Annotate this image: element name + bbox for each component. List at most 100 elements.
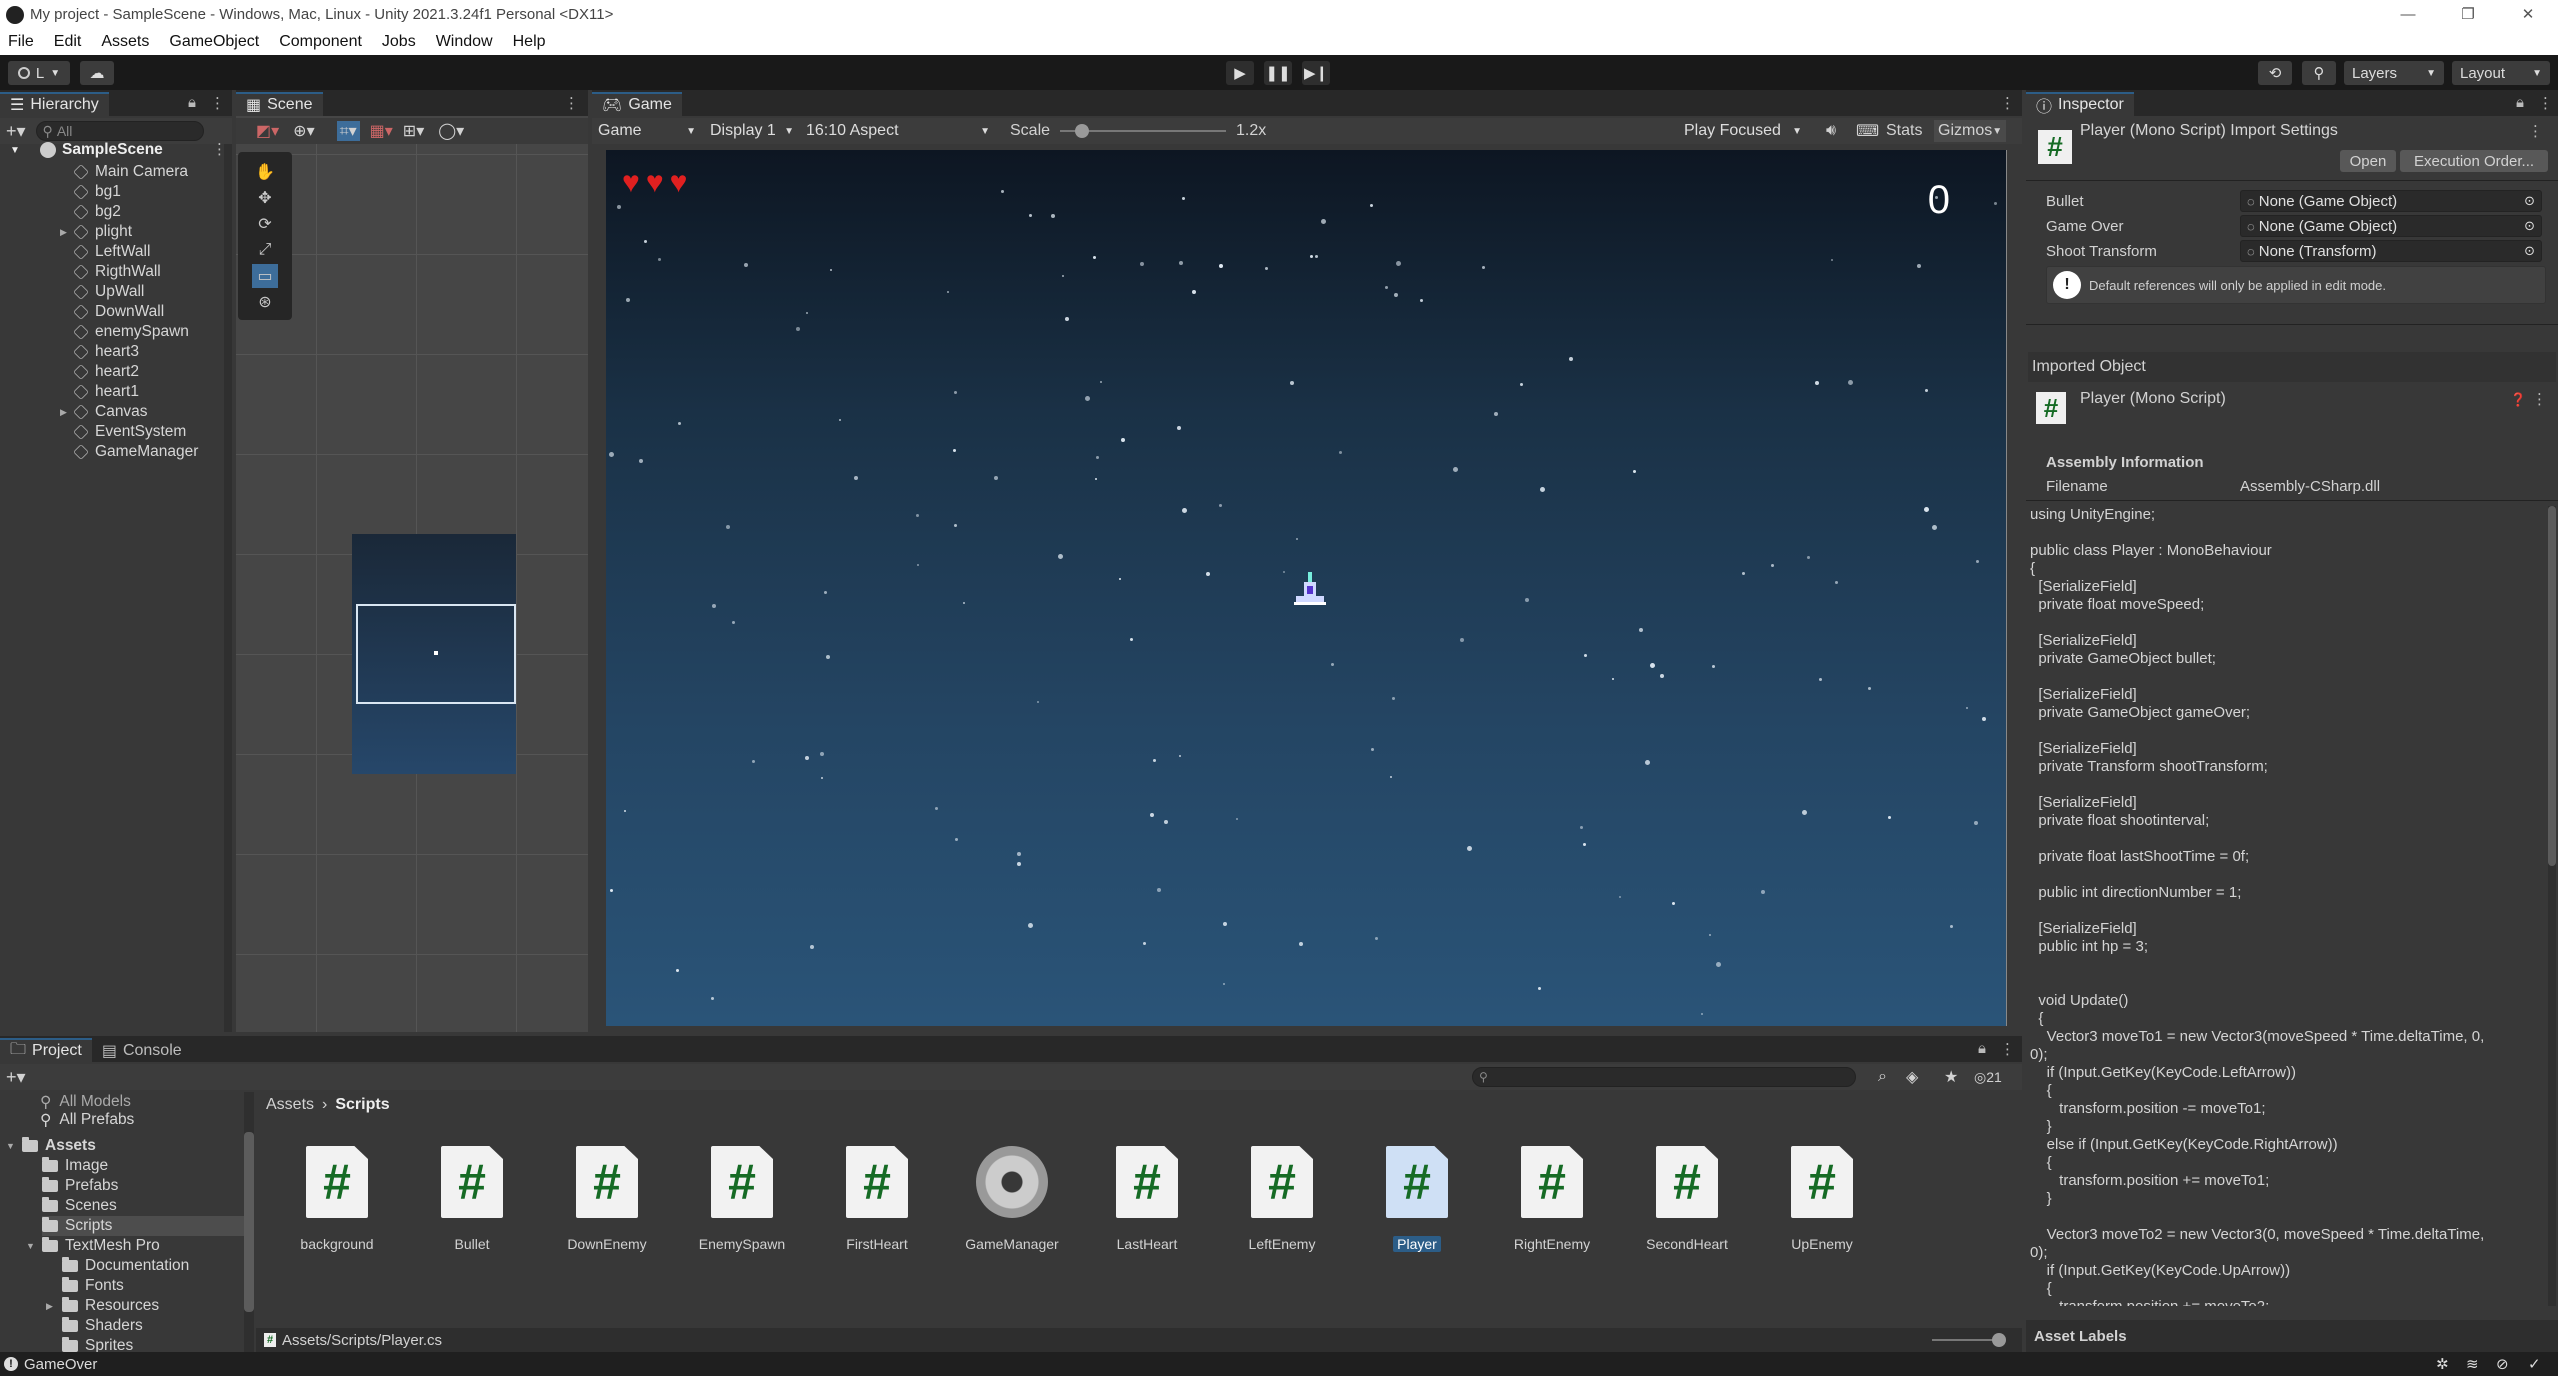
project-search-input[interactable]: ⚲ <box>1472 1067 1856 1087</box>
folder-tree-item[interactable]: Sprites <box>62 1336 133 1352</box>
asset-item[interactable]: # Bullet <box>417 1146 527 1252</box>
menu-help[interactable]: Help <box>513 33 546 51</box>
folder-tree-item[interactable]: Scripts <box>42 1216 244 1236</box>
step-button[interactable]: ▶❙ <box>1302 61 1330 85</box>
gizmos-dropdown[interactable]: Gizmos ▼ <box>1934 120 2006 142</box>
menu-component[interactable]: Component <box>279 33 362 51</box>
breadcrumb-scripts[interactable]: Scripts <box>335 1096 389 1114</box>
tree-scrollbar[interactable] <box>244 1092 254 1352</box>
favorite-icon[interactable]: ★ <box>1944 1067 1958 1087</box>
collapsed-arrow-icon[interactable]: ▶ <box>60 407 67 418</box>
scale-tool-icon[interactable]: ⤢ <box>252 238 278 262</box>
object-field[interactable]: ◌ None (Transform) ⊙ <box>2240 240 2542 262</box>
hand-tool-icon[interactable]: ✋ <box>252 160 278 184</box>
expanded-arrow-icon[interactable]: ▼ <box>26 1241 35 1251</box>
tab-project[interactable]: 🗀 Project <box>0 1038 92 1062</box>
asset-item[interactable]: # SecondHeart <box>1632 1146 1742 1252</box>
progress-icon[interactable]: ✓ <box>2528 1355 2541 1373</box>
more-options-icon[interactable]: ⋮ <box>564 94 579 112</box>
object-picker-icon[interactable]: ⊙ <box>2524 218 2535 234</box>
layout-dropdown[interactable]: Layout ▼ <box>2452 61 2550 85</box>
menu-gameobject[interactable]: GameObject <box>169 33 259 51</box>
hierarchy-item[interactable]: bg2 <box>73 202 121 222</box>
expanded-arrow-icon[interactable]: ▼ <box>6 1141 15 1151</box>
folder-tree-item[interactable]: Documentation <box>62 1256 189 1276</box>
hierarchy-scrollbar[interactable] <box>224 144 232 1032</box>
grid-snap-icon[interactable]: ▦▾ <box>370 121 393 141</box>
stats-keyboard-icon[interactable]: ⌨ <box>1856 121 1879 141</box>
hierarchy-item[interactable]: RigthWall <box>73 262 161 282</box>
asset-item[interactable]: # UpEnemy <box>1767 1146 1877 1252</box>
menu-jobs[interactable]: Jobs <box>382 33 416 51</box>
network-icon[interactable]: ⊘ <box>2496 1355 2509 1373</box>
breadcrumb-assets[interactable]: Assets <box>266 1096 314 1114</box>
inspector-scrollbar[interactable] <box>2548 506 2556 1306</box>
add-button[interactable]: +▾ <box>6 121 26 142</box>
transform-tool-icon[interactable]: ⊛ <box>252 290 278 314</box>
object-field[interactable]: ◌ None (Game Object) ⊙ <box>2240 215 2542 237</box>
more-options-icon[interactable]: ⋮ <box>210 94 225 112</box>
menu-edit[interactable]: Edit <box>54 33 82 51</box>
scale-slider[interactable] <box>1060 121 1227 141</box>
folder-tree-item[interactable]: ▶ Resources <box>46 1296 159 1316</box>
stats-button[interactable]: Stats <box>1886 122 1922 140</box>
more-options-icon[interactable]: ⋮ <box>2538 94 2553 112</box>
execution-order-button[interactable]: Execution Order... <box>2400 150 2548 172</box>
hierarchy-item[interactable]: bg1 <box>73 182 121 202</box>
gizmo-toggle-icon[interactable]: ⌗▾ <box>336 121 360 141</box>
move-tool-icon[interactable]: ✥ <box>252 186 278 210</box>
search-by-label-icon[interactable]: ◈ <box>1906 1067 1918 1087</box>
scale-slider-knob[interactable] <box>1075 124 1090 138</box>
pause-button[interactable]: ❚❚ <box>1264 61 1292 85</box>
hierarchy-item[interactable]: ▶ plight <box>60 222 132 242</box>
asset-item[interactable]: # LastHeart <box>1092 1146 1202 1252</box>
play-button[interactable]: ▶ <box>1226 61 1254 85</box>
hierarchy-item[interactable]: Main Camera <box>73 162 188 182</box>
header-menu-icon[interactable]: ⋮ <box>2528 122 2543 140</box>
lock-icon[interactable]: 🔒︎ <box>2516 94 2524 111</box>
mute-audio-icon[interactable]: 🔊︎ <box>1826 122 1836 140</box>
more-options-icon[interactable]: ⋮ <box>2000 94 2015 112</box>
history-button[interactable]: ⟲ <box>2258 61 2292 85</box>
search-button[interactable]: ⚲ <box>2302 61 2336 85</box>
hierarchy-item[interactable]: LeftWall <box>73 242 150 262</box>
open-button[interactable]: Open <box>2340 150 2396 172</box>
game-mode-dropdown[interactable]: Game ▼ <box>592 120 702 142</box>
folder-tree-item[interactable]: Prefabs <box>42 1176 118 1196</box>
folder-tree-item[interactable]: Scenes <box>42 1196 117 1216</box>
tab-game[interactable]: 🎮︎ Game <box>592 92 682 116</box>
cache-icon[interactable]: ≋ <box>2466 1355 2479 1373</box>
play-mode-dropdown[interactable]: Play Focused ▼ <box>1678 120 1808 142</box>
hierarchy-item[interactable]: UpWall <box>73 282 144 302</box>
tab-hierarchy[interactable]: ☰ Hierarchy <box>0 92 109 116</box>
menu-assets[interactable]: Assets <box>101 33 149 51</box>
favorite-all-models[interactable]: ⚲ All Models <box>40 1092 131 1112</box>
hierarchy-item[interactable]: heart2 <box>73 362 139 382</box>
menu-window[interactable]: Window <box>436 33 493 51</box>
hidden-packages-icon[interactable]: ◎21 <box>1974 1069 2002 1086</box>
lock-icon[interactable]: 🔒︎ <box>1978 1040 1986 1057</box>
lock-icon[interactable]: 🔒︎ <box>188 94 196 111</box>
rotate-tool-icon[interactable]: ⟳ <box>252 212 278 236</box>
draw-mode-icon[interactable]: ◩▾ <box>256 121 279 141</box>
favorite-all-prefabs[interactable]: ⚲ All Prefabs <box>40 1110 134 1130</box>
account-dropdown[interactable]: L ▼ <box>8 61 70 85</box>
asset-item[interactable]: # RightEnemy <box>1497 1146 1607 1252</box>
render-mode-icon[interactable]: ⊕▾ <box>293 121 314 141</box>
status-message[interactable]: GameOver <box>24 1356 97 1373</box>
bug-icon[interactable]: ✲ <box>2436 1355 2449 1373</box>
collapsed-arrow-icon[interactable]: ▶ <box>46 1301 53 1312</box>
layers-dropdown[interactable]: Layers ▼ <box>2344 61 2444 85</box>
hierarchy-item[interactable]: heart3 <box>73 342 139 362</box>
asset-item[interactable]: # FirstHeart <box>822 1146 932 1252</box>
increment-snap-icon[interactable]: ⊞▾ <box>403 121 424 141</box>
tab-scene[interactable]: ▦ Scene <box>236 92 323 116</box>
add-button[interactable]: +▾ <box>6 1067 26 1088</box>
object-picker-icon[interactable]: ⊙ <box>2524 243 2535 259</box>
hierarchy-search-input[interactable]: ⚲ All <box>35 121 204 141</box>
scene-root-item[interactable]: ▼ SampleScene <box>10 140 163 160</box>
cloud-button[interactable]: ☁ <box>80 61 114 85</box>
hierarchy-item[interactable]: GameManager <box>73 442 198 462</box>
game-viewport[interactable]: ♥ ♥ ♥ 0 <box>606 150 2006 1026</box>
component-menu-icon[interactable]: ⋮ <box>2532 390 2547 408</box>
